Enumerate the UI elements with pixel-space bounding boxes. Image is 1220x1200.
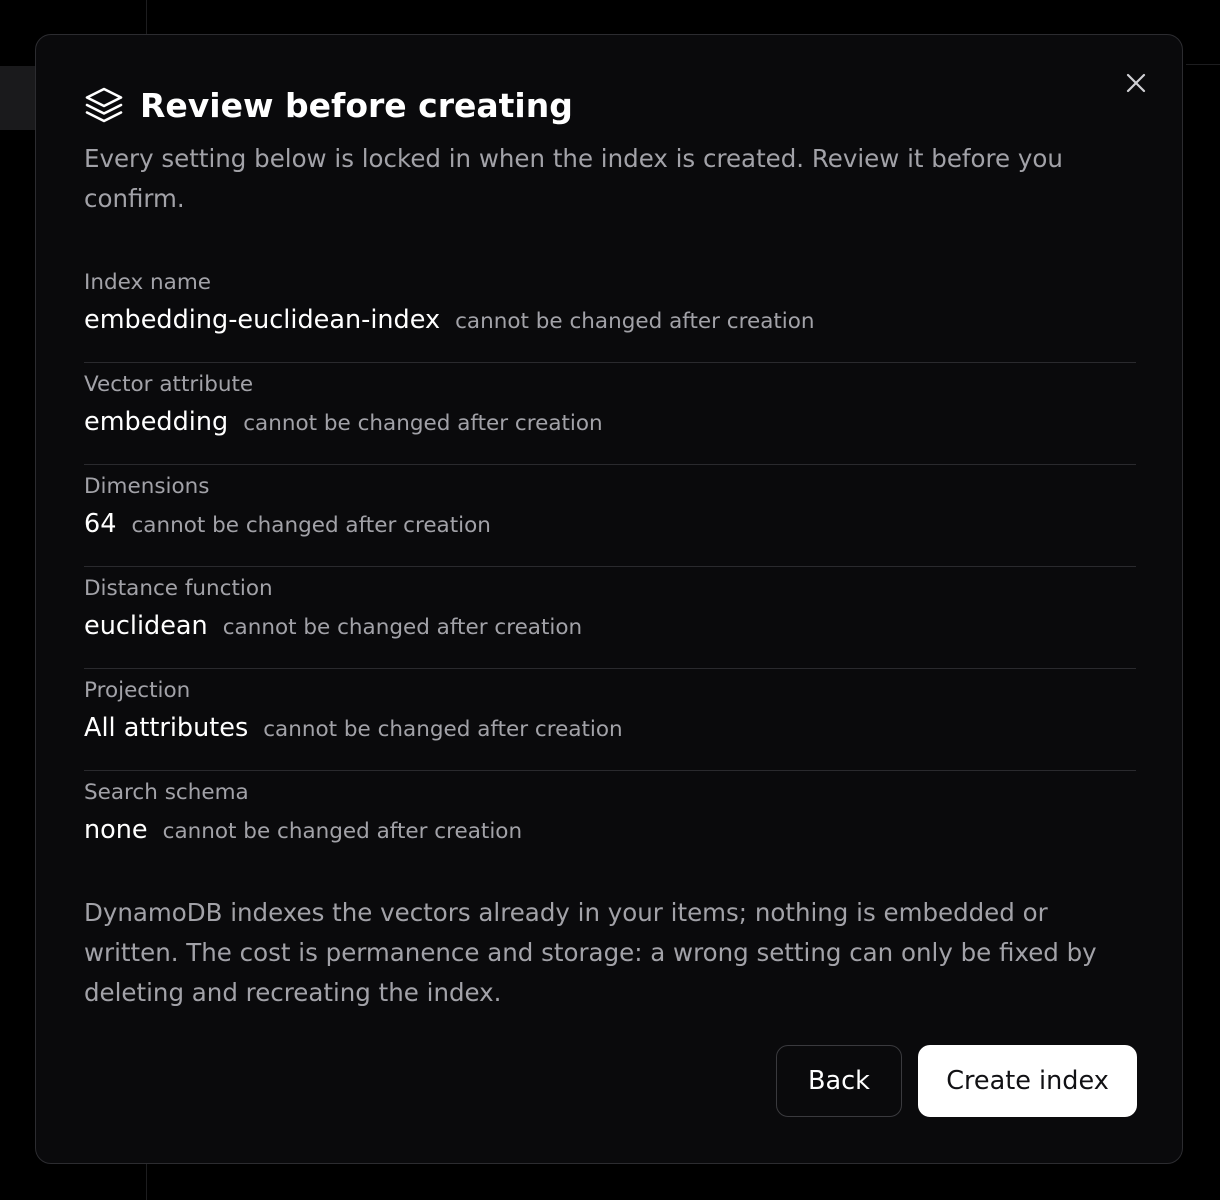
- field-label: Search schema: [84, 780, 249, 805]
- layers-icon: [84, 85, 124, 125]
- field-note: cannot be changed after creation: [162, 819, 523, 844]
- field-label: Distance function: [84, 576, 273, 601]
- field-search-schema: Search schema none cannot be changed aft…: [84, 771, 1136, 873]
- field-distance-function: Distance function euclidean cannot be ch…: [84, 567, 1136, 669]
- dialog-title: Review before creating: [140, 85, 573, 125]
- field-value: embedding-euclidean-index: [84, 305, 441, 335]
- field-label: Vector attribute: [84, 372, 254, 397]
- settings-list: Index name embedding-euclidean-index can…: [84, 261, 1136, 873]
- field-value: embedding: [84, 407, 229, 437]
- field-note: cannot be changed after creation: [222, 615, 583, 640]
- background-divider-horizontal: [1186, 64, 1220, 65]
- review-dialog: Review before creating Every setting bel…: [35, 34, 1183, 1164]
- create-index-button[interactable]: Create index: [918, 1045, 1137, 1117]
- field-dimensions: Dimensions 64 cannot be changed after cr…: [84, 465, 1136, 567]
- close-button[interactable]: [1122, 69, 1150, 97]
- field-value-row: none cannot be changed after creation: [84, 813, 522, 847]
- field-note: cannot be changed after creation: [455, 309, 815, 334]
- field-value-row: embedding-euclidean-index cannot be chan…: [84, 303, 815, 337]
- field-index-name: Index name embedding-euclidean-index can…: [84, 261, 1136, 363]
- field-value-row: All attributes cannot be changed after c…: [84, 711, 623, 745]
- field-value-row: 64 cannot be changed after creation: [84, 507, 491, 541]
- background-sidebar-item: [0, 66, 36, 130]
- field-projection: Projection All attributes cannot be chan…: [84, 669, 1136, 771]
- field-vector-attribute: Vector attribute embedding cannot be cha…: [84, 363, 1136, 465]
- field-value: euclidean: [84, 611, 208, 641]
- dialog-header: Review before creating: [84, 83, 573, 127]
- field-label: Dimensions: [84, 474, 210, 499]
- field-value-row: embedding cannot be changed after creati…: [84, 405, 603, 439]
- close-icon: [1126, 73, 1146, 93]
- field-note: cannot be changed after creation: [243, 411, 603, 436]
- dialog-subtitle: Every setting below is locked in when th…: [84, 144, 1063, 213]
- field-label: Projection: [84, 678, 191, 703]
- field-value: none: [84, 815, 148, 845]
- field-note: cannot be changed after creation: [263, 717, 623, 742]
- field-value: All attributes: [84, 713, 249, 743]
- dialog-footnote: DynamoDB indexes the vectors already in …: [84, 898, 1097, 1007]
- field-value: 64: [84, 509, 117, 539]
- field-label: Index name: [84, 270, 211, 295]
- field-value-row: euclidean cannot be changed after creati…: [84, 609, 582, 643]
- field-note: cannot be changed after creation: [131, 513, 491, 538]
- back-button[interactable]: Back: [776, 1045, 902, 1117]
